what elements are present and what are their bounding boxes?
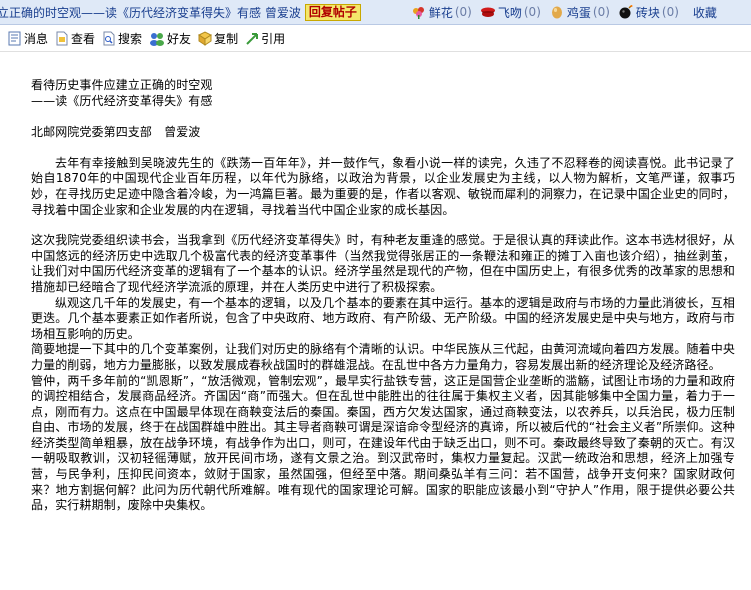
gift-count: (0) — [592, 5, 610, 19]
reply-post-button[interactable]: 回复帖子 — [304, 3, 361, 21]
lips-icon — [480, 5, 496, 19]
toolbar-label: 查看 — [71, 32, 96, 46]
article-author: 北邮网院党委第四支部 曾爱波 — [31, 125, 201, 140]
gift-egg[interactable]: 鸡蛋 (0) — [549, 4, 610, 21]
toolbar-label: 复制 — [214, 32, 239, 46]
egg-icon — [549, 5, 565, 19]
toolbar-label: 好友 — [167, 32, 192, 46]
message-icon — [8, 31, 22, 46]
friends-icon — [149, 31, 165, 46]
quote-button[interactable]: 引用 — [245, 30, 285, 47]
view-icon — [55, 31, 69, 46]
search-button[interactable]: 搜索 — [102, 30, 142, 47]
article-paragraph: 简要地提一下其中的几个变革案例，让我们对历史的脉络有个清晰的认识。中华民族从三代… — [31, 342, 735, 372]
gift-count: (0) — [454, 5, 472, 19]
favorite-link[interactable]: 收藏 — [693, 4, 717, 21]
gift-kiss[interactable]: 飞吻 (0) — [480, 4, 541, 21]
page-title: 立正确的时空观——读《历代经济变革得失》有感 曾爱波 — [0, 5, 301, 20]
copy-button[interactable]: 复制 — [198, 30, 238, 47]
message-button[interactable]: 消息 — [8, 30, 48, 47]
post-toolbar: 消息 查看 搜索 好友 复制 引用 — [0, 26, 751, 52]
search-icon — [102, 31, 116, 46]
quote-icon — [245, 31, 259, 46]
flower-icon — [411, 5, 427, 19]
article-title-line2: ——读《历代经济变革得失》有感 — [31, 93, 213, 108]
article-paragraph: 去年有幸接触到吴晓波先生的《跌荡一百年年》，并一鼓作气，象看小说一样的读完，久违… — [31, 155, 735, 217]
toolbar-label: 引用 — [261, 32, 286, 46]
friends-button[interactable]: 好友 — [149, 30, 191, 47]
gift-brick[interactable]: 砖块 (0) — [618, 4, 679, 21]
article-paragraph: 管仲，两千多年前的“凯恩斯”，“放活微观，管制宏观”，最早实行盐铁专营，这正是国… — [31, 373, 735, 513]
gift-count: (0) — [661, 5, 679, 19]
article-paragraph: 纵观这几千年的发展史，有一个基本的逻辑，以及几个基本的要素在其中运行。基本的逻辑… — [31, 295, 735, 341]
article-title-line1: 看待历史事件应建立正确的时空观 — [31, 78, 213, 92]
gift-label: 鸡蛋 — [566, 5, 591, 20]
gift-flower[interactable]: 鲜花 (0) — [411, 4, 472, 21]
toolbar-label: 搜索 — [118, 32, 143, 46]
bomb-icon — [618, 5, 634, 19]
post-content: 看待历史事件应建立正确的时空观 ——读《历代经济变革得失》有感 北邮网院党委第四… — [31, 78, 735, 514]
gift-label: 砖块 — [635, 5, 660, 20]
view-button[interactable]: 查看 — [55, 30, 95, 47]
gift-label: 鲜花 — [428, 5, 453, 20]
copy-icon — [198, 31, 213, 46]
toolbar-label: 消息 — [24, 32, 49, 46]
gift-count: (0) — [523, 5, 541, 19]
title-bar: 立正确的时空观——读《历代经济变革得失》有感 曾爱波 回复帖子 鲜花 (0) 飞… — [0, 0, 751, 25]
article-paragraph: 这次我院党委组织读书会，当我拿到《历代经济变革得失》时，有种老友重逢的感觉。于是… — [31, 233, 735, 294]
gift-label: 飞吻 — [497, 5, 522, 20]
